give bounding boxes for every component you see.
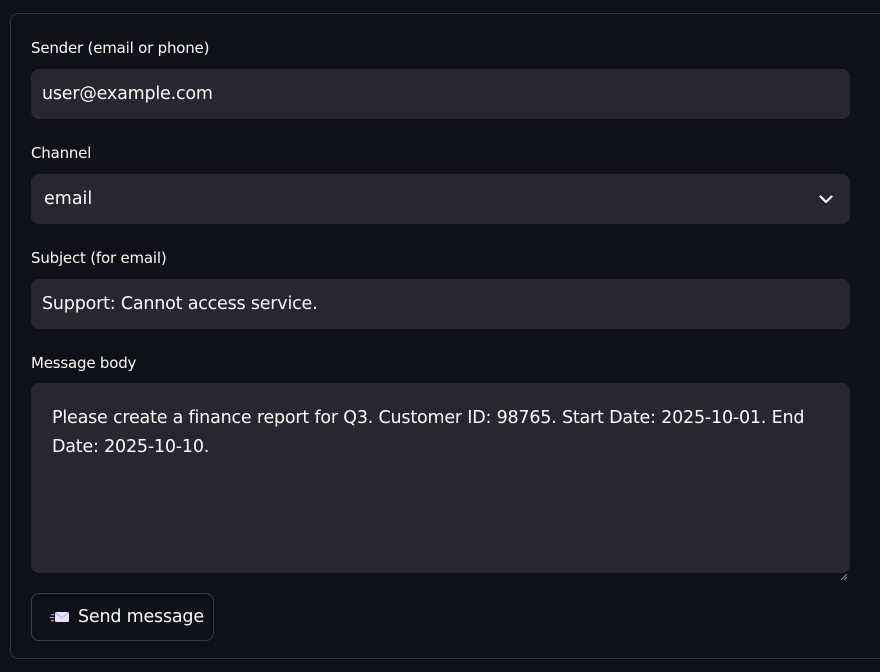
resize-handle-icon[interactable] (839, 562, 848, 581)
sender-input-value: user@example.com (42, 84, 213, 104)
channel-select[interactable]: email (31, 174, 850, 224)
chevron-down-icon (819, 192, 833, 206)
envelope-icon (50, 609, 70, 625)
send-message-button-label: Send message (78, 607, 204, 627)
channel-label: Channel (31, 144, 92, 162)
channel-select-value: email (44, 189, 93, 209)
message-form: Sender (email or phone) user@example.com… (10, 13, 880, 659)
sender-label: Sender (email or phone) (31, 39, 210, 57)
send-message-button[interactable]: Send message (31, 593, 214, 641)
message-textarea-value: Please create a finance report for Q3. C… (52, 408, 805, 457)
subject-label: Subject (for email) (31, 249, 167, 267)
sender-input[interactable]: user@example.com (31, 69, 850, 119)
message-label: Message body (31, 354, 137, 372)
message-textarea[interactable]: Please create a finance report for Q3. C… (31, 383, 850, 581)
subject-input-value: Support: Cannot access service. (42, 294, 318, 314)
subject-input[interactable]: Support: Cannot access service. (31, 279, 850, 329)
